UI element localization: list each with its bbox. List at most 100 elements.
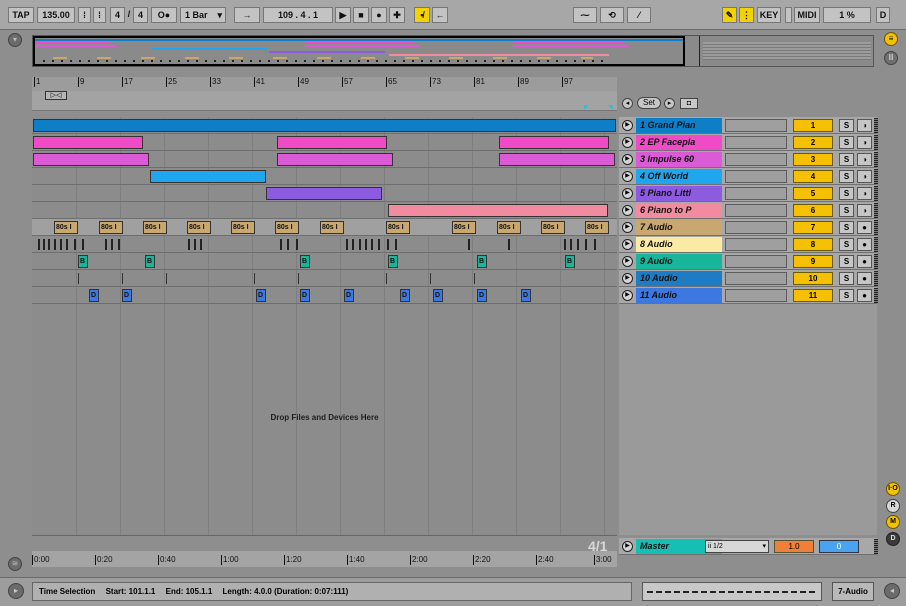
audio-hit[interactable]	[38, 239, 40, 250]
punch-in-icon[interactable]: ⁓	[573, 7, 597, 23]
browser-toggle-icon[interactable]: ▾	[8, 33, 22, 47]
audio-hit[interactable]	[387, 239, 389, 250]
track-device-slot[interactable]	[725, 153, 787, 166]
audio-hit[interactable]	[395, 239, 397, 250]
punch-out-icon[interactable]: ⁄	[627, 7, 651, 23]
play-button[interactable]: ▶	[335, 7, 351, 23]
solo-button[interactable]: S	[839, 289, 854, 302]
audio-hit[interactable]	[200, 239, 202, 250]
audio-clip[interactable]: D	[433, 289, 443, 302]
track-activator-icon[interactable]: ▶	[622, 290, 633, 301]
track-lane-7[interactable]: 80s I 80s I 80s I 80s I 80s I 80s I 80s …	[32, 219, 617, 236]
track-header[interactable]: ▶ 9 Audio 9 S ●	[619, 253, 878, 270]
track-device-slot[interactable]	[725, 204, 787, 217]
track-name[interactable]: 2 EP Facepla	[636, 135, 722, 150]
audio-hit[interactable]	[594, 239, 596, 250]
solo-button[interactable]: S	[839, 153, 854, 166]
loop-switch-icon[interactable]: ⟲	[600, 7, 624, 23]
audio-clip[interactable]: D	[477, 289, 487, 302]
audio-clip[interactable]: 80s I	[585, 221, 609, 234]
audio-hit[interactable]	[508, 239, 510, 250]
midi-clip[interactable]	[33, 136, 143, 149]
computer-keyboard-icon[interactable]: ⋮	[739, 7, 754, 23]
audio-hit[interactable]	[166, 273, 167, 284]
audio-clip[interactable]: 80s I	[231, 221, 255, 234]
track-activator-number[interactable]: 9	[793, 255, 833, 268]
arrangement-overview[interactable]	[32, 35, 874, 67]
midi-clip[interactable]	[150, 170, 266, 183]
master-volume-field[interactable]: 1.0	[774, 540, 814, 553]
session-view-icon[interactable]: Ⅲ	[884, 51, 898, 65]
audio-clip[interactable]: D	[256, 289, 266, 302]
track-device-slot[interactable]	[725, 272, 787, 285]
returns-toggle-button[interactable]: R	[886, 499, 900, 513]
track-header[interactable]: ▶ 10 Audio 10 S ●	[619, 270, 878, 287]
master-pan-field[interactable]: 0	[819, 540, 859, 553]
track-activator-icon[interactable]: ▶	[622, 171, 633, 182]
track-name[interactable]: 6 Piano to P	[636, 203, 722, 218]
set-locator-button[interactable]: Set	[637, 97, 661, 109]
audio-hit[interactable]	[188, 239, 190, 250]
audio-hit[interactable]	[298, 273, 299, 284]
solo-button[interactable]: S	[839, 170, 854, 183]
audio-clip[interactable]: D	[89, 289, 99, 302]
audio-clip[interactable]: 80s I	[497, 221, 521, 234]
audio-clip[interactable]: D	[344, 289, 354, 302]
signature-denominator[interactable]: 4	[133, 7, 148, 23]
track-device-slot[interactable]	[725, 187, 787, 200]
track-lane-5[interactable]	[32, 185, 617, 202]
track-device-slot[interactable]	[725, 289, 787, 302]
track-header[interactable]: ▶ 11 Audio 11 S ●	[619, 287, 878, 304]
audio-hit[interactable]	[111, 239, 113, 250]
audio-clip[interactable]: 80s I	[99, 221, 123, 234]
solo-button[interactable]: S	[839, 119, 854, 132]
stop-button[interactable]: ■	[353, 7, 369, 23]
arm-record-icon[interactable]: ◑	[857, 187, 872, 200]
audio-hit[interactable]	[66, 239, 68, 250]
track-name[interactable]: 10 Audio	[636, 271, 722, 286]
track-header[interactable]: ▶ 8 Audio 8 S ●	[619, 236, 878, 253]
audio-hit[interactable]	[577, 239, 579, 250]
audio-hit[interactable]	[287, 239, 289, 250]
track-activator-number[interactable]: 8	[793, 238, 833, 251]
arm-record-icon[interactable]: ◑	[857, 153, 872, 166]
audio-clip[interactable]: 80s I	[54, 221, 78, 234]
nudge-down-icon[interactable]: ⁞	[78, 7, 91, 23]
solo-button[interactable]: S	[839, 238, 854, 251]
solo-button[interactable]: S	[839, 221, 854, 234]
midi-clip[interactable]	[33, 119, 616, 132]
beat-time-ruler[interactable]: 1 9 17 25 33 41 49 57 65 73 81 89 97	[32, 77, 617, 91]
audio-clip[interactable]: D	[300, 289, 310, 302]
midi-clip[interactable]	[277, 136, 387, 149]
midi-clip[interactable]	[33, 153, 149, 166]
track-activator-icon[interactable]: ▶	[622, 188, 633, 199]
info-view-icon[interactable]: ▸	[8, 583, 24, 599]
audio-clip[interactable]: 80s I	[452, 221, 476, 234]
audio-hit[interactable]	[194, 239, 196, 250]
seconds-time-ruler[interactable]: 0:00 0:20 0:40 1:00 1:20 1:40 2:00 2:20 …	[32, 551, 617, 567]
audio-hit[interactable]	[118, 239, 120, 250]
audio-hit[interactable]	[371, 239, 373, 250]
audio-hit[interactable]	[359, 239, 361, 250]
audio-clip[interactable]: 80s I	[187, 221, 211, 234]
audio-hit[interactable]	[254, 273, 255, 284]
audio-clip[interactable]: B	[388, 255, 398, 268]
track-header[interactable]: ▶ 2 EP Facepla 2 S ◑	[619, 134, 878, 151]
solo-button[interactable]: S	[839, 136, 854, 149]
track-activator-number[interactable]: 7	[793, 221, 833, 234]
overdub-button[interactable]: ✚	[389, 7, 405, 23]
track-header[interactable]: ▶ 7 Audio 7 S ●	[619, 219, 878, 236]
midi-clip[interactable]	[266, 187, 382, 200]
overview-toggle-icon[interactable]: ≋	[8, 557, 22, 571]
track-name[interactable]: 3 Impulse 60	[636, 152, 722, 167]
io-toggle-button[interactable]: I·O	[886, 482, 900, 496]
key-map-button[interactable]: KEY	[757, 7, 781, 23]
arm-record-icon[interactable]: ●	[857, 238, 872, 251]
track-lane-9[interactable]: B B B B B B	[32, 253, 617, 270]
midi-clip[interactable]	[277, 153, 393, 166]
arm-record-icon[interactable]: ◑	[857, 204, 872, 217]
track-activator-number[interactable]: 6	[793, 204, 833, 217]
track-device-slot[interactable]	[725, 221, 787, 234]
track-activator-number[interactable]: 10	[793, 272, 833, 285]
audio-hit[interactable]	[346, 239, 348, 250]
